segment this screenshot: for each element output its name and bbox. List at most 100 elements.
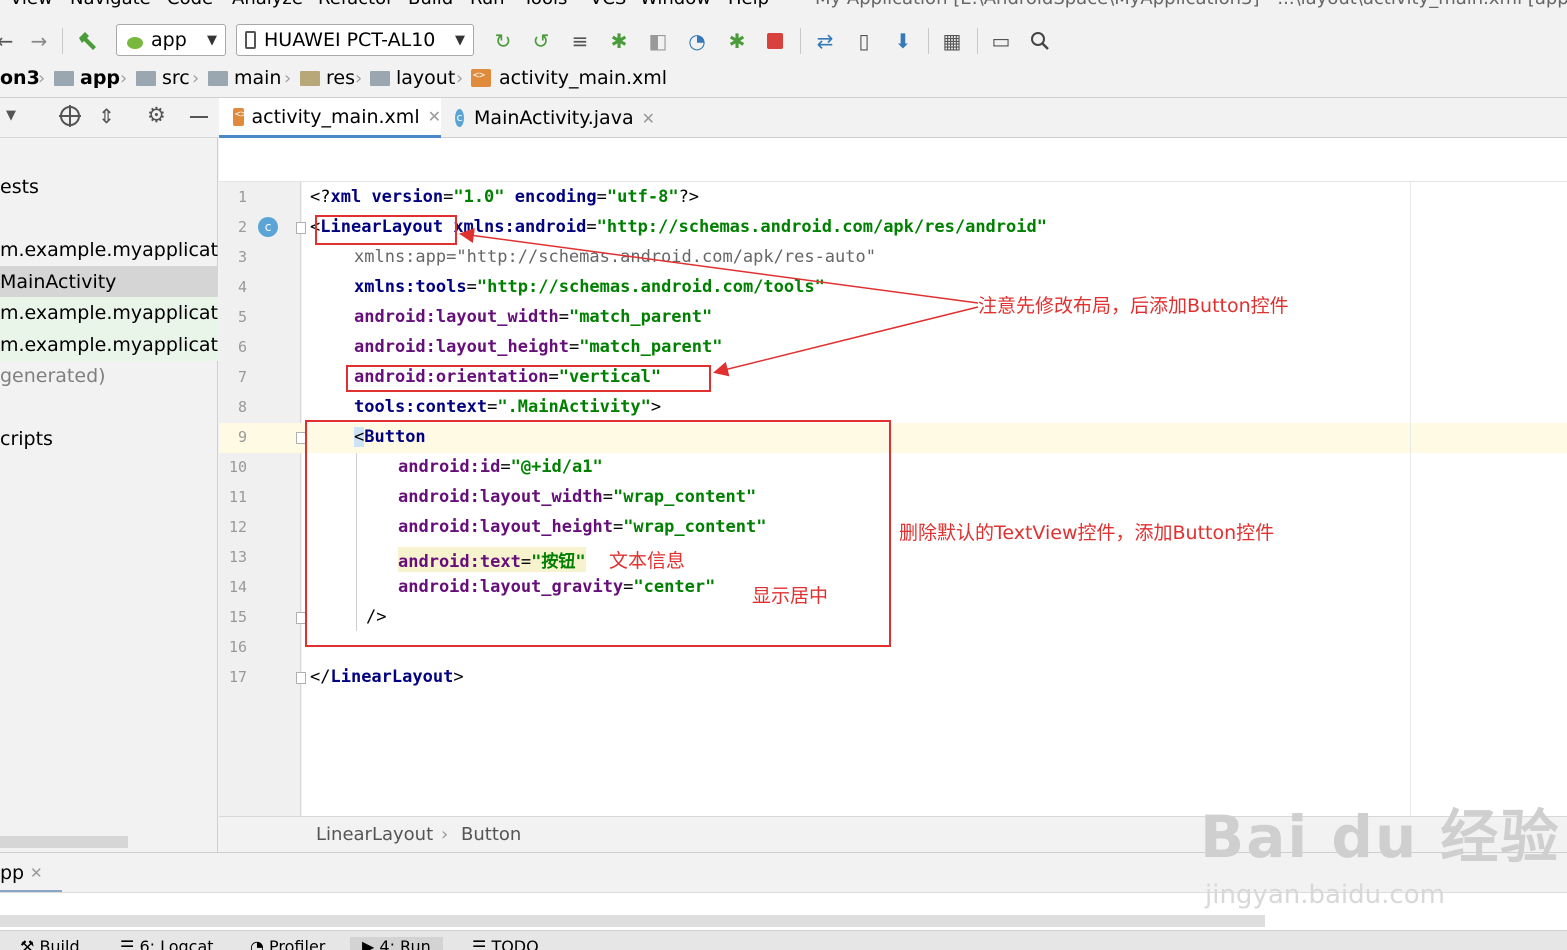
profiler-gauge-icon[interactable]: ◔ (684, 28, 710, 54)
crumb-res[interactable]: res (300, 67, 355, 89)
crumb-main[interactable]: main (208, 67, 281, 89)
sdk-manager-icon[interactable]: ⬇ (890, 28, 916, 54)
gear-icon[interactable]: ⚙ (147, 103, 166, 127)
editor-tabs: activity_main.xml ✕ c MainActivity.java … (219, 98, 1567, 138)
crumb-app[interactable]: app (54, 67, 120, 89)
menu-analyze[interactable]: Analyze (232, 0, 303, 9)
back-arrow-icon[interactable]: ← (0, 28, 18, 54)
tab-activity-main-xml[interactable]: activity_main.xml ✕ (219, 98, 441, 138)
chevron-right-icon: › (456, 68, 464, 89)
tree-item-generated[interactable]: generated) (0, 360, 218, 392)
tree-item-scripts[interactable]: cripts (0, 423, 218, 455)
line-number: 12 (228, 518, 247, 536)
menu-run[interactable]: Run (470, 0, 505, 9)
tree-item[interactable]: ests (0, 171, 218, 203)
line-number: 2 (237, 218, 247, 236)
crumb-activity-main[interactable]: activity_main.xml (471, 67, 667, 89)
tool-profiler[interactable]: ◔ Profiler (250, 937, 325, 950)
tree-item-test-package[interactable]: m.example.myapplication (0, 329, 218, 361)
crumb-project[interactable]: on3 (0, 67, 40, 89)
folder-icon (54, 70, 74, 86)
code-line-1: <?xml version="1.0" encoding="utf-8"?> (310, 187, 700, 207)
tool-build[interactable]: ⚒ Build (20, 937, 80, 950)
crosshair-target-icon[interactable] (58, 104, 82, 133)
tool-todo[interactable]: ☰ TODO (472, 937, 539, 950)
module-selector[interactable]: app ▼ (116, 24, 226, 56)
close-icon[interactable]: ✕ (428, 107, 441, 126)
menu-tools[interactable]: Tools (523, 0, 567, 9)
attach-debugger-icon[interactable]: ✱ (724, 28, 750, 54)
hammer-icon: ⚒ (20, 937, 40, 950)
crumb-src[interactable]: src (136, 67, 190, 89)
search-icon[interactable] (1027, 28, 1053, 54)
tool-window-bar: ⚒ Build ☰ 6: Logcat ◔ Profiler ▶ 4: Run … (0, 930, 1567, 950)
chevron-right-icon: › (192, 68, 200, 89)
fold-marker-icon[interactable] (296, 222, 306, 234)
line-number: 15 (228, 608, 247, 626)
menu-window[interactable]: Window (640, 0, 711, 9)
device-selector[interactable]: HUAWEI PCT-AL10 ▼ (236, 24, 474, 56)
crumb-layout[interactable]: layout (370, 67, 455, 89)
tree-item-mainactivity[interactable]: MainActivity (0, 266, 218, 298)
annotation-center-note: 显示居中 (752, 585, 829, 607)
tab-mainactivity-java[interactable]: c MainActivity.java ✕ (455, 98, 655, 138)
tool-logcat[interactable]: ☰ 6: Logcat (120, 937, 214, 950)
menu-build[interactable]: Build (408, 0, 453, 9)
code-line-17: </LinearLayout> (310, 667, 464, 687)
line-number: 9 (237, 428, 247, 446)
code-line-8: tools:context=".MainActivity"> (354, 397, 662, 417)
play-icon: ▶ (362, 937, 380, 950)
forward-arrow-icon[interactable]: → (26, 28, 52, 54)
menu-vcs[interactable]: VCS (590, 0, 626, 9)
resource-folder-icon (300, 70, 320, 86)
line-number: 16 (228, 638, 247, 656)
coverage-icon[interactable]: ◧ (645, 28, 671, 54)
project-structure-icon[interactable]: ▦ (939, 28, 965, 54)
close-icon[interactable]: ✕ (642, 109, 655, 128)
android-icon (127, 37, 143, 49)
annotation-text-note: 文本信息 (609, 550, 686, 572)
line-number: 5 (237, 308, 247, 326)
tree-item-package[interactable]: m.example.myapplication (0, 234, 218, 266)
run-tab-label: pp (0, 862, 25, 884)
run-config-icon[interactable]: ≡ (567, 28, 593, 54)
annotation-box-linearlayout (315, 215, 457, 245)
breadcrumb-button[interactable]: Button (461, 824, 521, 845)
chevron-right-icon: › (284, 68, 292, 89)
apply-changes-icon[interactable]: ↻ (490, 28, 516, 54)
menu-view[interactable]: View (10, 0, 53, 9)
close-icon[interactable]: ✕ (30, 864, 43, 882)
tool-run[interactable]: ▶ 4: Run (350, 937, 443, 950)
minimize-icon[interactable] (190, 116, 208, 118)
terminal-window-icon[interactable]: ▭ (988, 28, 1014, 54)
line-number: 14 (228, 578, 247, 596)
editor-header-strip (219, 138, 1567, 182)
gauge-icon: ◔ (250, 937, 270, 950)
fold-marker-icon[interactable] (296, 672, 306, 684)
apply-code-changes-icon[interactable]: ↺ (528, 28, 554, 54)
collapse-all-icon[interactable]: ⇕ (98, 104, 115, 128)
line-number: 7 (237, 368, 247, 386)
sync-gradle-icon[interactable]: ⇄ (812, 28, 838, 54)
horizontal-scrollbar[interactable] (0, 915, 1265, 927)
line-number: 8 (237, 398, 247, 416)
xml-file-icon (233, 107, 246, 126)
chevron-down-icon[interactable]: ▼ (6, 108, 16, 123)
debug-bug-icon[interactable]: ✱ (606, 28, 632, 54)
project-panel-header: ▼ ⇕ ⚙ (0, 98, 218, 138)
avd-manager-icon[interactable]: ▯ (851, 28, 877, 54)
menu-help[interactable]: Help (728, 0, 769, 9)
menu-code[interactable]: Code (167, 0, 213, 9)
menu-navigate[interactable]: Navigate (70, 0, 151, 9)
stop-icon[interactable] (762, 28, 788, 54)
horizontal-scrollbar[interactable] (0, 836, 128, 848)
run-tab-app[interactable]: pp ✕ (0, 853, 62, 893)
build-hammer-icon[interactable] (74, 28, 100, 54)
tree-item-test-package[interactable]: m.example.myapplication (0, 297, 218, 329)
java-class-icon: c (455, 109, 465, 127)
menu-refactor[interactable]: Refactor (318, 0, 394, 9)
breadcrumb-linearlayout[interactable]: LinearLayout (316, 824, 433, 845)
line-number: 13 (228, 548, 247, 566)
class-gutter-icon[interactable]: c (258, 217, 278, 237)
module-selector-label: app (151, 29, 187, 51)
